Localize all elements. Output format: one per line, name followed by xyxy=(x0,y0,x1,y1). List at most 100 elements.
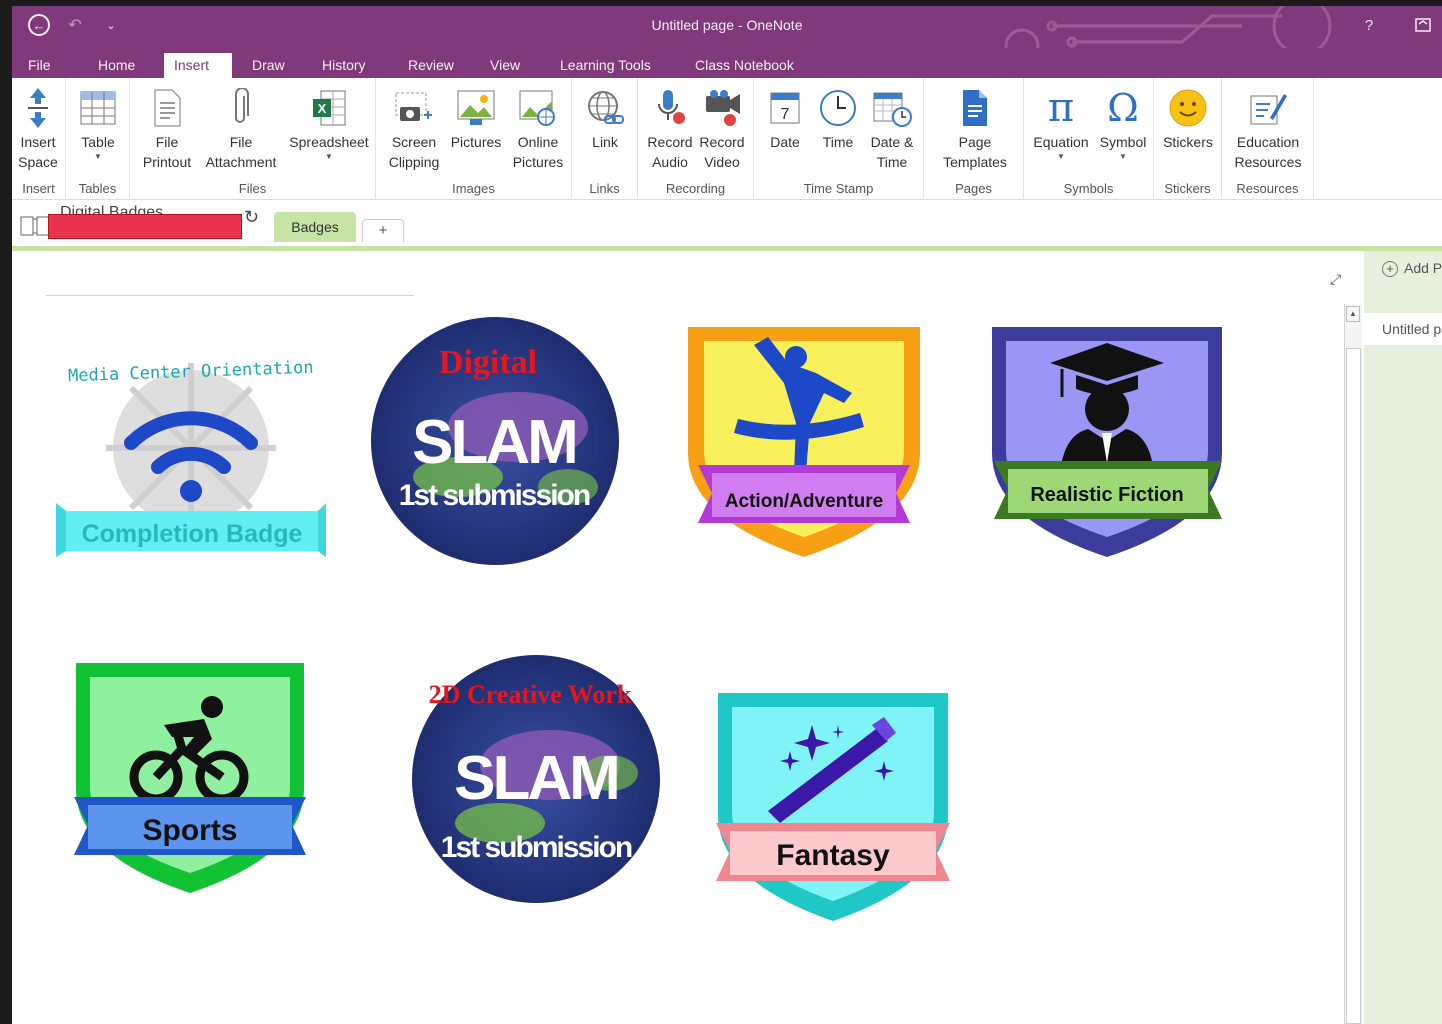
tab-class-notebook[interactable]: Class Notebook xyxy=(685,53,804,78)
media-badge-title: Media Center Orientation xyxy=(68,358,314,387)
spreadsheet-icon: X xyxy=(313,90,346,126)
online-pictures-button[interactable]: Online Pictures xyxy=(508,84,568,176)
ribbon-display-icon xyxy=(1415,18,1431,32)
ribbon-group-stickers: Stickers Stickers xyxy=(1154,78,1222,198)
tab-history[interactable]: History xyxy=(312,53,376,78)
action-badge-banner: Action/Adventure xyxy=(725,491,883,512)
help-button[interactable]: ? xyxy=(1356,12,1382,38)
slam2-main: SLAM xyxy=(454,744,618,813)
media-badge-banner: Completion Badge xyxy=(82,520,303,548)
vertical-scrollbar[interactable]: ▲ xyxy=(1344,304,1362,1024)
page-list-pane: + Add Page Untitled page xyxy=(1364,251,1442,1024)
ribbon-group-tables: Table ▼ Tables xyxy=(66,78,130,198)
tab-file[interactable]: File xyxy=(18,53,61,78)
file-attachment-button[interactable]: File Attachment xyxy=(200,84,282,176)
window-title: Untitled page - OneNote xyxy=(651,17,803,33)
plus-icon: + xyxy=(1382,261,1398,277)
notebook-icon[interactable] xyxy=(20,215,50,237)
scroll-up-button[interactable]: ▲ xyxy=(1346,306,1360,322)
table-button[interactable]: Table ▼ xyxy=(74,84,122,176)
tab-learning-tools[interactable]: Learning Tools xyxy=(550,53,661,78)
ribbon-group-resources: Education Resources Resources xyxy=(1222,78,1314,198)
tab-review[interactable]: Review xyxy=(398,53,464,78)
page-title-line[interactable] xyxy=(46,295,414,296)
redaction-box xyxy=(48,214,242,239)
spreadsheet-button[interactable]: X Spreadsheet ▼ xyxy=(286,84,372,176)
ribbon-group-files: File Printout File Attachment X Spreadsh… xyxy=(130,78,376,198)
slam1-main: SLAM xyxy=(412,408,576,477)
badge-action-adventure: Action/Adventure xyxy=(688,327,920,557)
table-icon xyxy=(80,91,116,125)
link-button[interactable]: Link xyxy=(580,84,630,176)
badge-sports: Sports xyxy=(74,663,306,893)
screen-clipping-button[interactable]: Screen Clipping xyxy=(382,84,446,176)
add-page-label: Add Page xyxy=(1404,260,1442,276)
time-button[interactable]: Time xyxy=(812,84,864,176)
page-templates-icon xyxy=(963,90,987,126)
ribbon-display-options-button[interactable] xyxy=(1410,12,1436,38)
slam2-title: 2D Creative Work xyxy=(429,680,632,709)
ribbon: Insert Space Insert Table ▼ Tables File … xyxy=(12,78,1442,200)
realistic-badge-banner: Realistic Fiction xyxy=(1030,484,1183,506)
record-audio-button[interactable]: Record Audio xyxy=(644,84,696,176)
menu-tab-bar: File Home Insert Draw History Review Vie… xyxy=(12,48,1442,78)
equation-button[interactable]: π Equation ▼ xyxy=(1030,84,1092,176)
sports-badge-banner: Sports xyxy=(142,814,237,847)
pictures-icon xyxy=(457,90,495,125)
calendar-icon: 7 xyxy=(770,92,800,124)
file-printout-icon xyxy=(154,89,181,127)
tab-home[interactable]: Home xyxy=(88,53,145,78)
ribbon-group-symbols: π Equation ▼ Ω Symbol ▼ Symbols xyxy=(1024,78,1154,198)
badge-realistic-fiction: Realistic Fiction xyxy=(992,327,1222,557)
stickers-button[interactable]: Stickers xyxy=(1160,84,1216,176)
badge-creative-slam: 2D Creative Work SLAM 1st submission xyxy=(412,655,660,903)
slam2-sub: 1st submission xyxy=(441,831,632,864)
ribbon-group-links: Link Links xyxy=(572,78,638,198)
tab-view[interactable]: View xyxy=(480,53,530,78)
slam1-sub: 1st submission xyxy=(399,479,590,512)
record-video-button[interactable]: Record Video xyxy=(696,84,748,176)
video-camera-icon xyxy=(706,90,740,126)
tab-draw[interactable]: Draw xyxy=(242,53,295,78)
expand-page-icon[interactable]: ⤢ xyxy=(1330,271,1341,288)
symbol-button[interactable]: Ω Symbol ▼ xyxy=(1094,84,1152,176)
onenote-window: ← ↶ ⌄ Untitled page - OneNote ? File Hom… xyxy=(12,6,1442,1024)
date-time-icon xyxy=(873,92,912,127)
clock-icon xyxy=(820,90,856,126)
ribbon-group-insert: Insert Space Insert xyxy=(12,78,66,198)
scroll-thumb[interactable] xyxy=(1346,348,1361,1024)
badge-media-center: Media Center Orientation Completion Badg… xyxy=(56,358,326,557)
smiley-icon xyxy=(1169,89,1207,127)
omega-icon: Ω xyxy=(1107,86,1139,130)
slam1-title: Digital xyxy=(439,344,537,381)
ribbon-group-images: Screen Clipping Pictures Online Pictures… xyxy=(376,78,572,198)
page-canvas[interactable]: ⤢ Media Center Orientation Completion Ba… xyxy=(12,251,1344,1024)
sync-icon[interactable]: ↻ xyxy=(244,207,259,228)
tab-insert[interactable]: Insert xyxy=(164,53,232,78)
section-tab-badges[interactable]: Badges xyxy=(274,212,356,242)
insert-space-button[interactable]: Insert Space xyxy=(14,84,62,176)
add-section-button[interactable]: + xyxy=(362,219,404,242)
ribbon-group-pages: Page Templates Pages xyxy=(924,78,1024,198)
svg-text:7: 7 xyxy=(781,106,790,123)
microphone-icon xyxy=(658,90,685,124)
online-pictures-icon xyxy=(519,90,555,126)
date-time-button[interactable]: Date & Time xyxy=(864,84,920,176)
date-button[interactable]: 7 Date xyxy=(760,84,810,176)
notebook-section-bar: Digital Badges ↻ Badges + sanjana xyxy=(12,201,1442,434)
education-resources-button[interactable]: Education Resources xyxy=(1228,84,1308,176)
file-printout-button[interactable]: File Printout xyxy=(136,84,198,176)
svg-text:X: X xyxy=(318,101,327,116)
badge-digital-slam: Digital SLAM 1st submission xyxy=(371,317,619,565)
ribbon-group-time-stamp: 7 Date Time Date & Time Time Stamp xyxy=(754,78,924,198)
education-resources-icon xyxy=(1250,94,1287,125)
badge-fantasy: Fantasy xyxy=(716,693,950,921)
pictures-button[interactable]: Pictures xyxy=(446,84,506,176)
fantasy-badge-banner: Fantasy xyxy=(776,839,890,872)
ribbon-group-recording: Record Audio Record Video Recording xyxy=(638,78,754,198)
page-list-item[interactable]: Untitled page xyxy=(1364,313,1442,345)
pi-icon: π xyxy=(1047,85,1075,131)
add-page-button[interactable]: + Add Page xyxy=(1364,251,1442,287)
insert-space-icon xyxy=(28,88,48,128)
page-templates-button[interactable]: Page Templates xyxy=(932,84,1018,176)
